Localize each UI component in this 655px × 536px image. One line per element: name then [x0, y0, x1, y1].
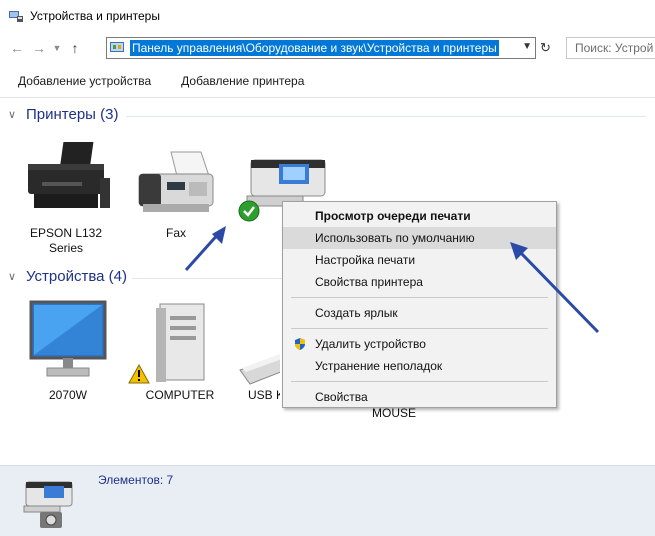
warning-icon [128, 364, 150, 384]
keyboard-icon [239, 353, 280, 385]
control-panel-icon [110, 42, 124, 52]
window-title: Устройства и принтеры [30, 9, 160, 23]
navigation-bar: ← → ▼ ↑ Панель управления\Оборудование и… [0, 32, 655, 64]
menu-item-create-shortcut[interactable]: Создать ярлык [283, 302, 556, 324]
chevron-down-icon[interactable]: ∨ [8, 108, 18, 121]
device-item-keyboard[interactable]: USB K [236, 320, 280, 403]
chevron-down-icon[interactable]: ∨ [8, 270, 18, 283]
printer-label: Fax [165, 226, 186, 240]
menu-separator [291, 297, 548, 298]
device-label: USB K [248, 388, 280, 402]
menu-item-troubleshoot[interactable]: Устранение неполадок [283, 355, 556, 377]
uac-shield-icon [295, 338, 305, 350]
default-checkmark-icon [238, 200, 260, 222]
back-icon[interactable]: ← [6, 37, 28, 59]
devices-printers-icon [9, 11, 23, 22]
device-item-computer[interactable]: COMPUTER [128, 296, 228, 403]
printer-label-sub: Series [48, 241, 83, 255]
fax-icon [138, 151, 214, 212]
menu-item-print-preferences[interactable]: Настройка печати [283, 249, 556, 271]
forward-icon[interactable]: → [28, 37, 50, 59]
context-menu: Просмотр очереди печати Использовать по … [282, 201, 557, 408]
group-title-devices: Устройства (4) [26, 268, 127, 285]
add-device-button[interactable]: Добавление устройства [18, 74, 151, 88]
computer-tower-icon [156, 303, 205, 382]
group-header-printers[interactable]: ∨ Принтеры (3) [8, 106, 648, 123]
recent-locations-icon[interactable]: ▼ [50, 37, 64, 59]
up-icon[interactable]: ↑ [64, 37, 86, 59]
device-label: COMPUTER [145, 388, 215, 402]
add-printer-button[interactable]: Добавление принтера [181, 74, 304, 88]
address-dropdown-icon[interactable]: ▼ [522, 41, 532, 52]
item-count: Элементов: 7 [98, 473, 174, 487]
menu-separator [291, 328, 548, 329]
printer-thumbnail-icon [23, 481, 73, 528]
menu-separator [291, 381, 548, 382]
address-path[interactable]: Панель управления\Оборудование и звук\Ус… [130, 40, 499, 56]
details-pane: Элементов: 7 [0, 465, 655, 536]
menu-item-print-queue[interactable]: Просмотр очереди печати [283, 205, 556, 227]
menu-item-label: Удалить устройство [315, 337, 426, 351]
command-bar: Добавление устройства Добавление принтер… [0, 64, 655, 98]
menu-item-remove-device[interactable]: Удалить устройство [283, 333, 556, 355]
printer-label: EPSON L132 [29, 226, 103, 240]
monitor-icon [29, 300, 107, 377]
device-label: MOUSE [371, 406, 416, 420]
printer-item-epson[interactable]: EPSON L132 Series [12, 138, 120, 256]
group-divider [126, 116, 646, 117]
device-item-monitor[interactable]: 2070W [20, 296, 116, 403]
menu-item-printer-properties[interactable]: Свойства принтера [283, 271, 556, 293]
title-bar: Устройства и принтеры [0, 0, 655, 32]
refresh-icon[interactable]: ↻ [540, 41, 554, 55]
group-title-printers: Принтеры (3) [26, 106, 119, 123]
device-item-mouse[interactable]: MOUSE [352, 406, 436, 421]
group-divider [132, 278, 282, 279]
inkjet-printer-icon [28, 142, 110, 208]
device-label: 2070W [48, 388, 88, 402]
menu-item-properties[interactable]: Свойства [283, 386, 556, 408]
menu-item-set-default[interactable]: Использовать по умолчанию [283, 227, 556, 249]
address-field[interactable]: Панель управления\Оборудование и звук\Ус… [106, 37, 536, 59]
search-input[interactable]: Поиск: Устрой [566, 37, 655, 59]
printer-item-fax[interactable]: Fax [126, 146, 226, 241]
